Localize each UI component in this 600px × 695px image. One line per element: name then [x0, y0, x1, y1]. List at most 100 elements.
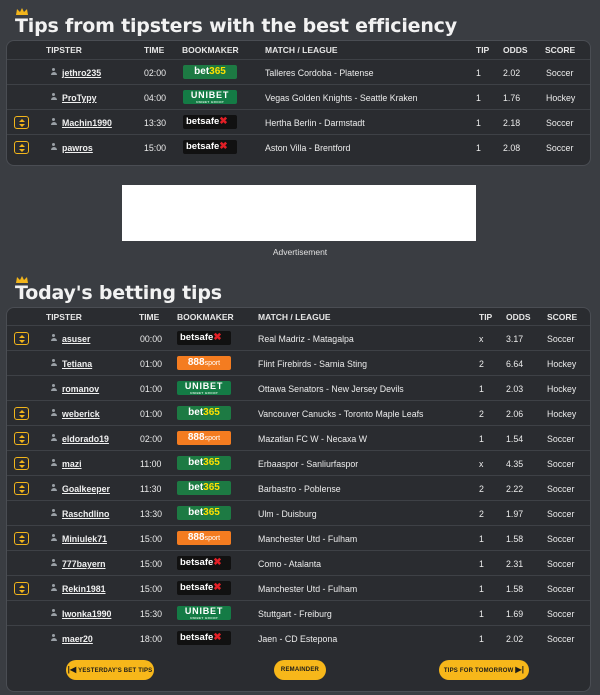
bookmaker-text: bet	[188, 407, 204, 418]
odds-value: 2.06	[506, 409, 524, 419]
bookmaker-text: sport	[204, 535, 221, 542]
expand-toggle-icon[interactable]	[14, 116, 29, 129]
tipster-name-link[interactable]: mazi	[62, 459, 82, 469]
bookmaker-logo-bet365[interactable]: bet365	[177, 456, 231, 470]
expand-toggle-icon[interactable]	[14, 457, 29, 470]
bookmaker-text: bet	[188, 457, 204, 468]
bookmaker-text: betsafe	[180, 332, 214, 343]
header-tipster: TIPSTER	[46, 45, 82, 55]
bookmaker-logo-unibet[interactable]: UNIBET UNIBET GROUP	[177, 381, 231, 395]
bookmaker-logo-888[interactable]: 888sport	[177, 431, 231, 445]
tip-time: 15:00	[140, 584, 163, 594]
table-row[interactable]: 777bayern 15:00 betsafe✖ Como - Atalanta 1 2.…	[7, 550, 590, 575]
tipster-name-link[interactable]: Machin1990	[62, 118, 112, 128]
tipster-name-link[interactable]: ProTypy	[62, 93, 97, 103]
bookmaker-logo-bet365[interactable]: bet365	[177, 506, 231, 520]
tipster-name-link[interactable]: jethro235	[62, 68, 101, 78]
bookmaker-logo-unibet[interactable]: UNIBET UNIBET GROUP	[177, 606, 231, 620]
header-tip: TIP	[476, 45, 490, 55]
tipster-name-link[interactable]: Raschdlino	[62, 509, 109, 519]
expand-toggle-icon[interactable]	[14, 582, 29, 595]
bookmaker-logo-bet365[interactable]: bet365	[183, 65, 237, 79]
tipster-name-link[interactable]: Iwonka1990	[62, 609, 111, 619]
advertisement-banner[interactable]	[122, 185, 476, 241]
bookmaker-logo-betsafe[interactable]: betsafe✖	[177, 556, 231, 570]
table-row[interactable]: asuser 00:00 betsafe✖ Real Madriz - Matagal…	[7, 325, 590, 350]
tip-time: 01:00	[140, 409, 163, 419]
table-row[interactable]: weberick 01:00 bet365 Vancouver Canucks - T…	[7, 400, 590, 425]
expand-toggle-icon[interactable]	[14, 141, 29, 154]
bookmaker-logo-bet365[interactable]: bet365	[177, 406, 231, 420]
table-row[interactable]: Goalkeeper 11:30 bet365 Barbastro - Poblens…	[7, 475, 590, 500]
odds-value: 1.97	[506, 509, 524, 519]
bookmaker-text: bet	[188, 482, 204, 493]
betsafe-x-icon: ✖	[219, 141, 228, 152]
bookmaker-logo-unibet[interactable]: UNIBET UNIBET GROUP	[183, 90, 237, 104]
match-league: Flint Firebirds - Sarnia Sting	[258, 359, 368, 369]
tip-time: 15:00	[144, 143, 167, 153]
expand-toggle-icon[interactable]	[14, 332, 29, 345]
bookmaker-logo-betsafe[interactable]: betsafe✖	[177, 581, 231, 595]
table-row[interactable]: Raschdlino 13:30 bet365 Ulm - Duisburg 2 1.97…	[7, 500, 590, 525]
tipster-name-link[interactable]: romanov	[62, 384, 99, 394]
betsafe-x-icon: ✖	[213, 332, 222, 343]
expand-toggle-icon[interactable]	[14, 407, 29, 420]
bookmaker-logo-betsafe[interactable]: betsafe✖	[183, 115, 237, 129]
tipster-name-link[interactable]: pawros	[62, 143, 93, 153]
table-row[interactable]: maer20 18:00 betsafe✖ Jaen - CD Estepona 1 2.…	[7, 625, 590, 650]
bookmaker-logo-888[interactable]: 888sport	[177, 531, 231, 545]
tipster-name-link[interactable]: 777bayern	[62, 559, 106, 569]
bookmaker-logo-bet365[interactable]: bet365	[177, 481, 231, 495]
bookmaker-logo-betsafe[interactable]: betsafe✖	[177, 331, 231, 345]
tipster-name-link[interactable]: Tetiana	[62, 359, 92, 369]
bookmaker-subtext: UNIBET GROUP	[190, 391, 218, 395]
tip-value: 1	[479, 534, 484, 544]
bookmaker-text: 365	[203, 457, 220, 468]
header-bookmaker: BOOKMAKER	[182, 45, 239, 55]
table-row[interactable]: ProTypy 04:00 UNIBET UNIBET GROUP Vegas Gold…	[7, 84, 590, 109]
odds-value: 2.02	[506, 634, 524, 644]
table-row[interactable]: Miniulek71 15:00 888sport Manchester Utd - …	[7, 525, 590, 550]
odds-value: 4.35	[506, 459, 524, 469]
table-row[interactable]: Iwonka1990 15:30 UNIBET UNIBET GROUP Stuttga…	[7, 600, 590, 625]
bookmaker-logo-betsafe[interactable]: betsafe✖	[183, 140, 237, 154]
bookmaker-text: UNIBET	[190, 90, 230, 100]
expand-toggle-icon[interactable]	[14, 432, 29, 445]
table-row[interactable]: mazi 11:00 bet365 Erbaaspor - Sanliurfaspor…	[7, 450, 590, 475]
bookmaker-logo-betsafe[interactable]: betsafe✖	[177, 631, 231, 645]
expand-toggle-icon[interactable]	[14, 482, 29, 495]
tipster-name-link[interactable]: eldorado19	[62, 434, 109, 444]
tip-time: 13:30	[140, 509, 163, 519]
match-league: Barbastro - Poblense	[258, 484, 341, 494]
match-league: Ottawa Senators - New Jersey Devils	[258, 384, 404, 394]
header-match: MATCH / LEAGUE	[265, 45, 338, 55]
remainder-button[interactable]: REMAINDER	[274, 660, 326, 680]
table-row[interactable]: romanov 01:00 UNIBET UNIBET GROUP Ottawa Sen…	[7, 375, 590, 400]
tips-for-tomorrow-button[interactable]: TIPS FOR TOMORROW ▶|	[439, 660, 529, 680]
tip-time: 15:00	[140, 534, 163, 544]
table-row[interactable]: pawros 15:00 betsafe✖ Aston Villa - Brentfo…	[7, 134, 590, 159]
best-efficiency-table: TIPSTER TIME BOOKMAKER MATCH / LEAGUE TI…	[6, 40, 591, 166]
betsafe-x-icon: ✖	[213, 582, 222, 593]
tip-time: 02:00	[144, 68, 167, 78]
user-icon	[50, 359, 57, 367]
tip-value: 1	[479, 434, 484, 444]
tipster-name-link[interactable]: Goalkeeper	[62, 484, 110, 494]
table-row[interactable]: Tetiana 01:00 888sport Flint Firebirds - Sa…	[7, 350, 590, 375]
tipster-name-link[interactable]: Miniulek71	[62, 534, 107, 544]
match-league: Real Madriz - Matagalpa	[258, 334, 354, 344]
table-row[interactable]: eldorado19 02:00 888sport Mazatlan FC W - N…	[7, 425, 590, 450]
table-row[interactable]: jethro235 02:00 bet365 Talleres Cordoba - P…	[7, 59, 590, 84]
tipster-name-link[interactable]: Rekin1981	[62, 584, 106, 594]
bookmaker-logo-888[interactable]: 888sport	[177, 356, 231, 370]
tipster-name-link[interactable]: maer20	[62, 634, 93, 644]
expand-toggle-icon[interactable]	[14, 532, 29, 545]
yesterdays-tips-button[interactable]: |◀ YESTERDAY'S BET TIPS	[66, 660, 154, 680]
match-league: Jaen - CD Estepona	[258, 634, 338, 644]
match-league: Aston Villa - Brentford	[265, 143, 351, 153]
tipster-name-link[interactable]: asuser	[62, 334, 90, 344]
tipster-name-link[interactable]: weberick	[62, 409, 100, 419]
match-league: Talleres Cordoba - Platense	[265, 68, 374, 78]
table-row[interactable]: Machin1990 13:30 betsafe✖ Hertha Berlin - D…	[7, 109, 590, 134]
table-row[interactable]: Rekin1981 15:00 betsafe✖ Manchester Utd - F…	[7, 575, 590, 600]
